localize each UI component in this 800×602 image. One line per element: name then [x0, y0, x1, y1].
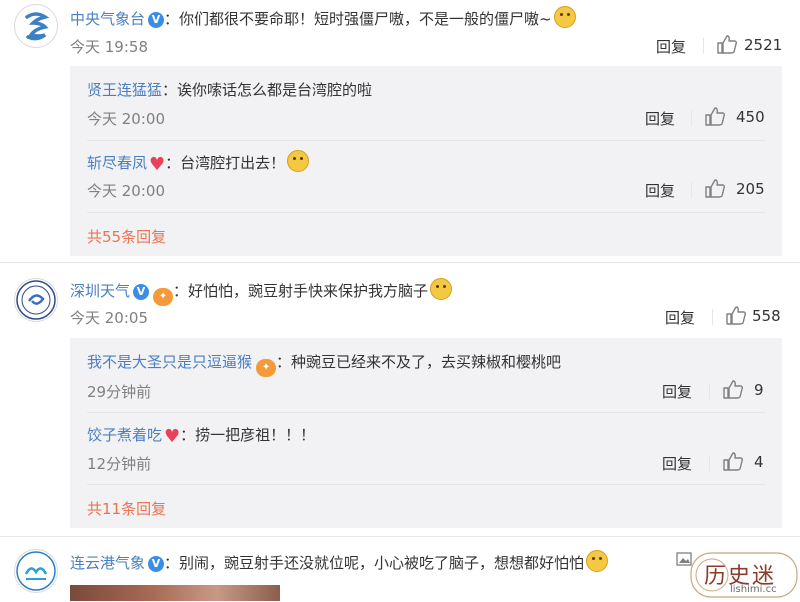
reply-button[interactable]: 回复 [662, 453, 692, 474]
comment-line: 深圳天气 V ✦ ：好怕怕，豌豆射手快来保护我方脑子 [70, 278, 453, 306]
like-icon[interactable] [722, 379, 744, 399]
like-count: 9 [754, 381, 764, 399]
like-count: 558 [752, 307, 781, 325]
comment-text: ：好怕怕，豌豆射手快来保护我方脑子 [173, 282, 429, 300]
cma-logo-icon [17, 7, 55, 45]
yum-emoji-icon [430, 278, 453, 300]
reply-text: ：台湾腔打出去！ [165, 154, 286, 172]
action-divider [691, 182, 692, 198]
comment-author[interactable]: 连云港气象 [70, 554, 145, 572]
heart-icon: ♥ [149, 154, 166, 175]
reply-separator [87, 212, 765, 213]
fan-badge-icon: ✦ [153, 288, 174, 306]
comment-image[interactable] [70, 585, 280, 601]
reply-text: ：诶你嗦话怎么都是台湾腔的啦 [162, 81, 373, 99]
reply-button[interactable]: 回复 [665, 307, 695, 328]
doge-emoji-icon [553, 6, 576, 28]
action-divider [703, 38, 704, 54]
like-icon[interactable] [725, 305, 747, 325]
smile-emoji-icon [586, 550, 609, 572]
heart-icon: ♥ [164, 426, 181, 447]
like-count: 450 [736, 108, 765, 126]
comment-author[interactable]: 中央气象台 [70, 10, 145, 28]
like-count: 2521 [744, 36, 783, 54]
like-icon[interactable] [716, 34, 738, 54]
doge-emoji-icon [287, 150, 310, 172]
reply-author[interactable]: 斩尽春凤 [87, 154, 147, 172]
reply-line: 饺子煮着吃 ♥：捞一把彦祖！！！ [87, 424, 315, 447]
comment-line: 中央气象台 V ：你们都很不要命耶！短时强僵尸嗷，不是一般的僵尸嗷~ [70, 6, 576, 29]
reply-text: ：捞一把彦祖！！！ [180, 426, 316, 444]
comment-text: ：别闹，豌豆射手还没就位呢，小心被吃了脑子，想想都好怕怕 [164, 554, 585, 572]
verified-icon: V [148, 12, 165, 28]
reply-time: 29分钟前 [87, 383, 152, 401]
reply-time: 今天 20:00 [87, 182, 165, 200]
comment-text: ：你们都很不要命耶！短时强僵尸嗷，不是一般的僵尸嗷~ [164, 10, 552, 28]
watermark-logo: 历史迷 lishimi.cc [690, 552, 798, 598]
reply-line: 贤王连猛猛：诶你嗦话怎么都是台湾腔的啦 [87, 79, 372, 100]
avatar[interactable] [14, 4, 58, 48]
more-replies-link[interactable]: 共55条回复 [87, 226, 166, 247]
action-divider [691, 110, 692, 126]
like-icon[interactable] [722, 451, 744, 471]
fan-badge-icon: ✦ [256, 359, 277, 377]
like-count: 205 [736, 180, 765, 198]
reply-time: 今天 20:00 [87, 110, 165, 128]
avatar[interactable] [14, 549, 58, 593]
like-count: 4 [754, 453, 764, 471]
reply-time: 12分钟前 [87, 455, 152, 473]
like-icon[interactable] [704, 106, 726, 126]
reply-text: ：种豌豆已经来不及了，去买辣椒和樱桃吧 [276, 353, 562, 371]
reply-author[interactable]: 贤王连猛猛 [87, 81, 162, 99]
comment-separator [0, 262, 800, 263]
reply-author[interactable]: 我不是大圣只是只逗逼猴 [87, 353, 252, 371]
comment-time: 今天 19:58 [70, 38, 148, 56]
reply-separator [87, 412, 765, 413]
reply-line: 斩尽春凤 ♥：台湾腔打出去！ [87, 150, 310, 175]
reply-button[interactable]: 回复 [656, 36, 686, 57]
comment-line: 连云港气象 V ：别闹，豌豆射手还没就位呢，小心被吃了脑子，想想都好怕怕 [70, 550, 609, 573]
reply-button[interactable]: 回复 [645, 180, 675, 201]
szmb-logo-icon [16, 280, 56, 320]
lyg-logo-icon [16, 551, 56, 591]
comment-separator [0, 536, 800, 537]
action-divider [712, 309, 713, 325]
comment-author[interactable]: 深圳天气 [70, 282, 130, 300]
reply-separator [87, 140, 765, 141]
action-divider [709, 455, 710, 471]
more-replies-link[interactable]: 共11条回复 [87, 498, 166, 519]
reply-line: 我不是大圣只是只逗逼猴 ✦ ：种豌豆已经来不及了，去买辣椒和樱桃吧 [87, 351, 561, 377]
verified-icon: V [148, 556, 165, 572]
watermark-url: lishimi.cc [730, 584, 777, 595]
reply-author[interactable]: 饺子煮着吃 [87, 426, 162, 444]
reply-button[interactable]: 回复 [662, 381, 692, 402]
comment-time: 今天 20:05 [70, 309, 148, 327]
like-icon[interactable] [704, 178, 726, 198]
verified-icon: V [133, 284, 150, 300]
reply-separator [87, 484, 765, 485]
avatar[interactable] [14, 278, 58, 322]
action-divider [709, 383, 710, 399]
reply-button[interactable]: 回复 [645, 108, 675, 129]
